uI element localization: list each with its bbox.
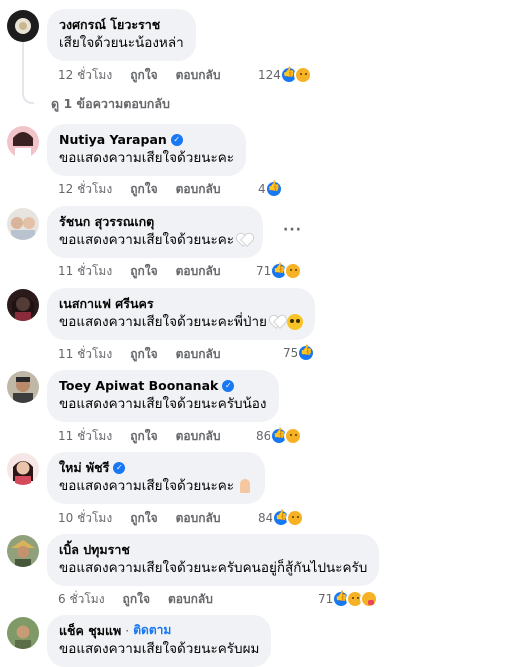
comment-time[interactable]: 11 ชั่วโมง xyxy=(58,427,112,446)
comment-actions: 11 ชั่วโมง ถูกใจ ตอบกลับ xyxy=(58,262,220,280)
avatar[interactable] xyxy=(7,371,39,403)
verified-badge-icon: ✓ xyxy=(113,461,126,474)
verified-badge-icon: ✓ xyxy=(170,133,183,146)
like-reaction-icon xyxy=(297,344,316,362)
comment-author[interactable]: เบิ้ล ปทุมราช xyxy=(59,541,367,558)
like-button[interactable]: ถูกใจ xyxy=(130,262,157,281)
comment-actions: 12 ชั่วโมง ถูกใจ ตอบกลับ xyxy=(58,66,220,84)
comment-bubble: Nutiya Yarapan ✓ ขอแสดงความเสียใจด้วยนะคะ xyxy=(47,124,247,176)
comment-text: ขอแสดงความเสียใจด้วยนะครับผม xyxy=(59,641,260,657)
reply-button[interactable]: ตอบกลับ xyxy=(176,180,221,199)
comment-text: ขอแสดงความเสียใจด้วยนะครับน้อง xyxy=(59,396,267,412)
comment-author[interactable]: แช็ค ชุมแพ · ติดตาม xyxy=(59,622,259,639)
reaction-summary[interactable]: 86 xyxy=(256,426,303,446)
avatar[interactable] xyxy=(7,453,39,485)
comment-text: ขอแสดงความเสียใจด้วยนะคะ xyxy=(59,476,253,496)
sad-reaction-icon xyxy=(284,427,303,445)
thread-connector xyxy=(22,42,34,104)
avatar[interactable] xyxy=(7,289,39,321)
avatar[interactable] xyxy=(7,126,39,158)
reaction-summary[interactable]: 71 xyxy=(256,261,303,281)
care-reaction-icon xyxy=(360,590,379,608)
comment-text: ขอแสดงความเสียใจด้วยนะครับคนอยู่ก็สู้กัน… xyxy=(59,560,368,576)
comment-author[interactable]: วงศกรณ์ โยวะราช xyxy=(59,16,184,33)
verified-badge-icon: ✓ xyxy=(222,379,235,392)
reply-button[interactable]: ตอบกลับ xyxy=(176,66,221,85)
comment-actions: 12 ชั่วโมง ถูกใจ ตอบกลับ xyxy=(58,180,220,198)
author-name: ใหม่ พัชรี xyxy=(59,460,110,475)
comment-bubble: วงศกรณ์ โยวะราช เสียใจด้วยนะน้องหล่า xyxy=(47,9,196,61)
comment-time[interactable]: 11 ชั่วโมง xyxy=(58,345,112,364)
reaction-count: 71 xyxy=(256,264,272,278)
comment-text: เสียใจด้วยนะน้องหล่า xyxy=(59,35,184,51)
comment-author[interactable]: เนสกาแฟ ศรีนคร xyxy=(59,295,303,312)
like-button[interactable]: ถูกใจ xyxy=(123,590,150,609)
comment-bubble: เนสกาแฟ ศรีนคร ขอแสดงความเสียใจด้วยนะคะพ… xyxy=(47,288,315,340)
reaction-summary[interactable]: 124 xyxy=(258,65,312,85)
comment-author[interactable]: รัชนก สุวรรณเกตุ xyxy=(59,213,251,230)
view-replies-link[interactable]: ดู 1 ข้อความตอบกลับ xyxy=(51,94,170,114)
like-button[interactable]: ถูกใจ xyxy=(130,509,157,528)
sad-reaction-icon xyxy=(293,66,312,84)
comment-bubble: รัชนก สุวรรณเกตุ ขอแสดงความเสียใจด้วยนะค… xyxy=(47,206,264,258)
more-options-icon[interactable]: ··· xyxy=(283,222,302,238)
white-heart-emoji-icon xyxy=(237,234,251,246)
reply-button[interactable]: ตอบกลับ xyxy=(176,262,221,281)
avatar[interactable] xyxy=(7,535,39,567)
comment-text-content: ขอแสดงความเสียใจด้วยนะคะ xyxy=(59,232,235,248)
like-button[interactable]: ถูกใจ xyxy=(130,427,157,446)
reaction-count: 124 xyxy=(258,68,281,82)
like-button[interactable]: ถูกใจ xyxy=(130,345,157,364)
reaction-summary[interactable]: 75 xyxy=(283,343,316,363)
avatar[interactable] xyxy=(7,617,39,649)
comment-time[interactable]: 12 ชั่วโมง xyxy=(58,66,112,85)
comment-text: ขอแสดงความเสียใจด้วยนะคะพี่ป่าย xyxy=(59,312,303,332)
comment-time[interactable]: 6 ชั่วโมง xyxy=(58,590,105,609)
sad-reaction-icon xyxy=(284,262,303,280)
comment-bubble: เบิ้ล ปทุมราช ขอแสดงความเสียใจด้วยนะครับ… xyxy=(47,534,380,586)
reaction-count: 84 xyxy=(258,511,274,525)
comment-time[interactable]: 11 ชั่วโมง xyxy=(58,262,112,281)
comment-time[interactable]: 12 ชั่วโมง xyxy=(58,180,112,199)
comment-text: ขอแสดงความเสียใจด้วยนะคะ xyxy=(59,150,235,166)
comment-text-content: ขอแสดงความเสียใจด้วยนะคะพี่ป่าย xyxy=(59,314,267,330)
reply-button[interactable]: ตอบกลับ xyxy=(176,427,221,446)
comment-author[interactable]: Toey Apiwat Boonanak ✓ xyxy=(59,377,267,394)
comment-actions: 11 ชั่วโมง ถูกใจ ตอบกลับ xyxy=(58,345,220,363)
comment-text: ขอแสดงความเสียใจด้วยนะคะ xyxy=(59,230,251,250)
follow-button[interactable]: ติดตาม xyxy=(133,622,171,639)
comment-time[interactable]: 10 ชั่วโมง xyxy=(58,509,112,528)
reaction-summary[interactable]: 71 xyxy=(318,589,379,609)
comment-bubble: ใหม่ พัชรี ✓ ขอแสดงความเสียใจด้วยนะคะ xyxy=(47,452,266,504)
comment-bubble: Toey Apiwat Boonanak ✓ ขอแสดงความเสียใจด้… xyxy=(47,370,279,422)
reaction-count: 75 xyxy=(283,346,299,360)
avatar[interactable] xyxy=(7,208,39,240)
pleading-face-emoji-icon xyxy=(286,314,303,330)
comment-actions: 11 ชั่วโมง ถูกใจ ตอบกลับ xyxy=(58,427,220,445)
reaction-summary[interactable]: 4 xyxy=(258,179,283,199)
separator-dot: · xyxy=(125,623,130,638)
like-button[interactable]: ถูกใจ xyxy=(130,66,157,85)
author-name: Toey Apiwat Boonanak xyxy=(59,378,219,393)
like-button[interactable]: ถูกใจ xyxy=(130,180,157,199)
sad-reaction-icon xyxy=(286,509,305,527)
comment-text-content: ขอแสดงความเสียใจด้วยนะคะ xyxy=(59,478,235,494)
reply-button[interactable]: ตอบกลับ xyxy=(168,590,213,609)
comment-actions: 6 ชั่วโมง ถูกใจ ตอบกลับ xyxy=(58,590,213,608)
reaction-summary[interactable]: 84 xyxy=(258,508,305,528)
white-heart-emoji-icon xyxy=(270,316,284,328)
reply-button[interactable]: ตอบกลับ xyxy=(176,509,221,528)
comment-author[interactable]: Nutiya Yarapan ✓ xyxy=(59,131,234,148)
reply-button[interactable]: ตอบกลับ xyxy=(176,345,221,364)
like-reaction-icon xyxy=(264,180,283,198)
comment-bubble: แช็ค ชุมแพ · ติดตาม ขอแสดงความเสียใจด้วยนะ… xyxy=(47,615,272,667)
author-name: แช็ค ชุมแพ xyxy=(59,623,122,638)
avatar[interactable] xyxy=(7,10,39,42)
author-name: Nutiya Yarapan xyxy=(59,132,167,147)
comment-actions: 10 ชั่วโมง ถูกใจ ตอบกลับ xyxy=(58,509,220,527)
reaction-count: 71 xyxy=(318,592,334,606)
reaction-count: 86 xyxy=(256,429,272,443)
folded-hands-emoji-icon xyxy=(237,478,253,494)
comment-author[interactable]: ใหม่ พัชรี ✓ xyxy=(59,459,253,476)
